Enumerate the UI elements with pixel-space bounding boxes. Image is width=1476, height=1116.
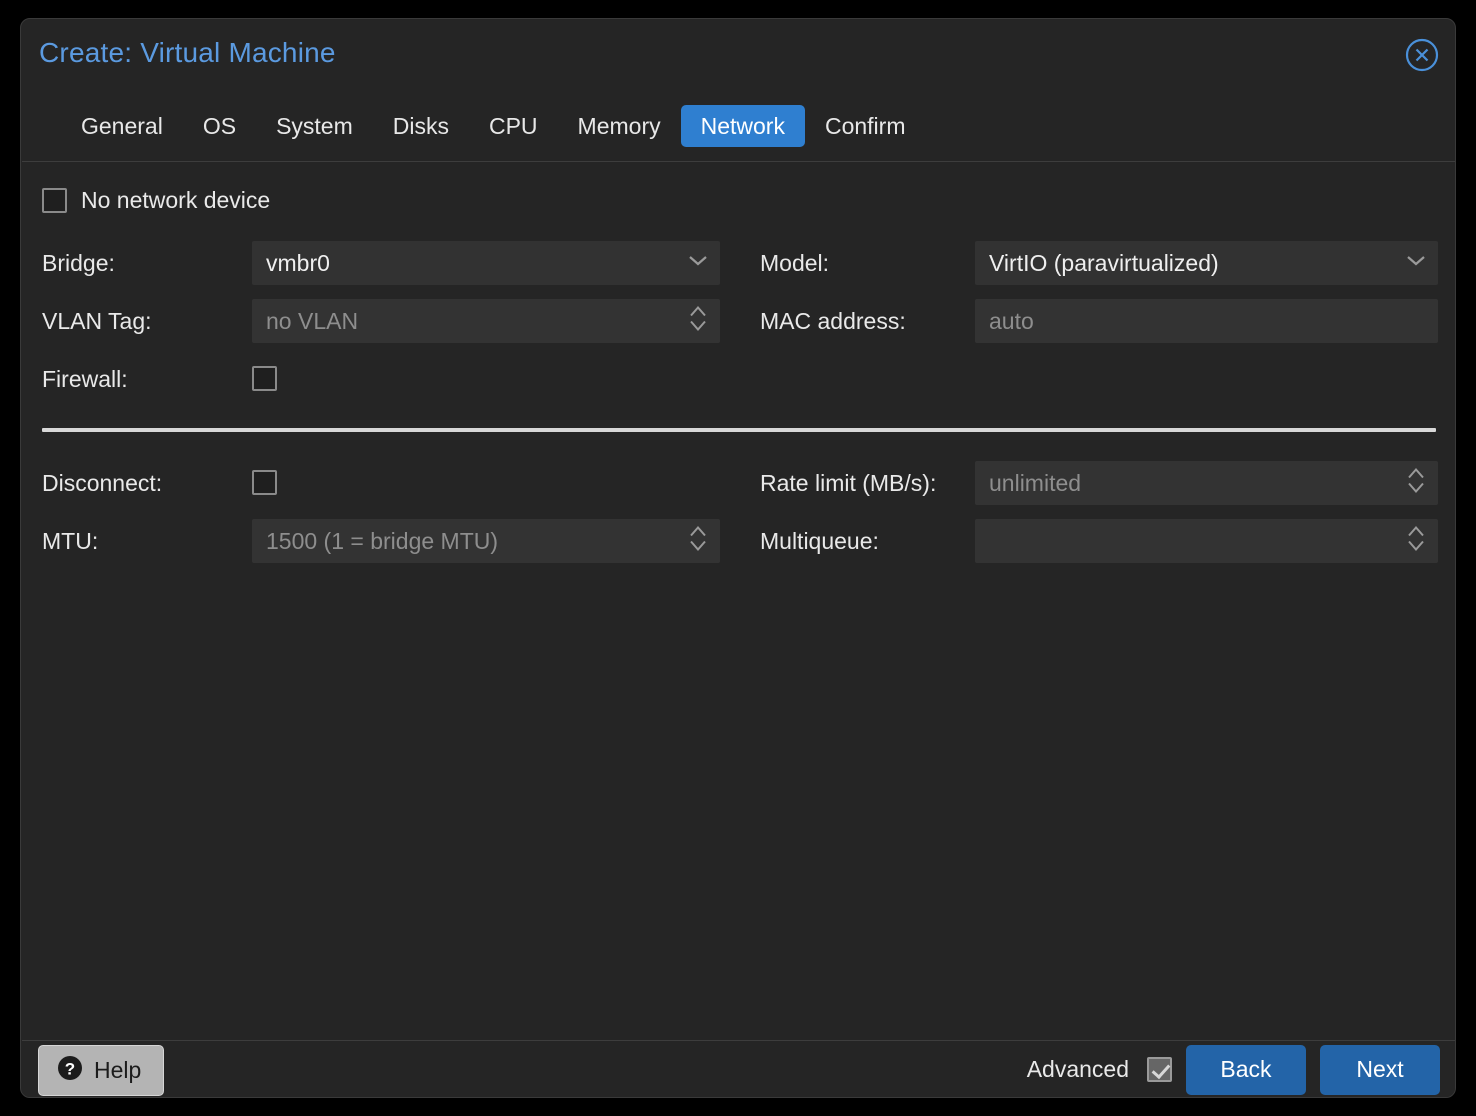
vlan-tag-label: VLAN Tag:	[42, 307, 152, 334]
rate-limit-row: Rate limit (MB/s): unlimited	[760, 454, 1438, 512]
advanced-label: Advanced	[1026, 1056, 1129, 1083]
vlan-tag-row: VLAN Tag: no VLAN	[42, 292, 720, 350]
basic-settings-grid: Bridge: vmbr0 VLAN Tag: no VLAN Firewall…	[42, 234, 1438, 408]
help-button[interactable]: ? Help	[38, 1044, 165, 1096]
tab-system[interactable]: System	[256, 105, 373, 147]
rate-limit-input[interactable]: unlimited	[975, 461, 1438, 505]
disconnect-label: Disconnect:	[42, 469, 163, 496]
close-icon[interactable]	[1403, 36, 1441, 74]
tab-disks[interactable]: Disks	[373, 105, 469, 147]
tab-cpu[interactable]: CPU	[469, 105, 558, 147]
spinner-updown-icon[interactable]	[688, 524, 708, 559]
firewall-row: Firewall:	[42, 350, 720, 408]
tab-confirm[interactable]: Confirm	[805, 105, 926, 147]
page-title: Create: Virtual Machine	[39, 37, 336, 68]
mac-address-row: MAC address: auto	[760, 292, 1438, 350]
mtu-label: MTU:	[42, 527, 99, 554]
vlan-tag-input[interactable]: no VLAN	[252, 299, 720, 343]
rate-limit-label: Rate limit (MB/s):	[760, 469, 937, 496]
mac-address-input[interactable]: auto	[975, 299, 1438, 343]
model-select[interactable]: VirtIO (paravirtualized)	[975, 241, 1438, 285]
basic-left-column: Bridge: vmbr0 VLAN Tag: no VLAN Firewall…	[42, 234, 720, 408]
tab-memory[interactable]: Memory	[558, 105, 681, 147]
back-button[interactable]: Back	[1186, 1045, 1306, 1095]
bridge-label: Bridge:	[42, 249, 115, 276]
multiqueue-label: Multiqueue:	[760, 527, 879, 554]
mtu-input[interactable]: 1500 (1 = bridge MTU)	[252, 519, 720, 563]
advanced-settings-grid: Disconnect: MTU: 1500 (1 = bridge MTU) R…	[42, 454, 1438, 570]
disconnect-row: Disconnect:	[42, 454, 720, 512]
multiqueue-input[interactable]	[975, 519, 1438, 563]
no-network-device-checkbox[interactable]	[42, 187, 67, 213]
model-row: Model: VirtIO (paravirtualized)	[760, 234, 1438, 292]
spinner-updown-icon[interactable]	[1406, 466, 1426, 501]
create-vm-dialog: Create: Virtual Machine General OS Syste…	[20, 18, 1456, 1098]
footer-actions: Advanced Back Next	[1026, 1045, 1440, 1095]
mtu-row: MTU: 1500 (1 = bridge MTU)	[42, 512, 720, 570]
dialog-header: Create: Virtual Machine	[21, 19, 1455, 91]
next-button[interactable]: Next	[1320, 1045, 1440, 1095]
help-button-label: Help	[94, 1056, 142, 1083]
dialog-footer: ? Help Advanced Back Next	[22, 1042, 1455, 1097]
firewall-label: Firewall:	[42, 365, 128, 392]
advanced-checkbox[interactable]	[1147, 1057, 1172, 1083]
bridge-row: Bridge: vmbr0	[42, 234, 720, 292]
tab-network[interactable]: Network	[680, 104, 805, 148]
mac-address-label: MAC address:	[760, 307, 906, 334]
firewall-checkbox[interactable]	[252, 366, 277, 391]
spinner-updown-icon[interactable]	[688, 304, 708, 339]
right-spacer-row	[760, 350, 1438, 408]
no-network-device-label: No network device	[81, 186, 271, 213]
tab-general[interactable]: General	[61, 105, 183, 147]
advanced-right-column: Rate limit (MB/s): unlimited Multiqueue:	[760, 454, 1438, 570]
svg-text:?: ?	[65, 1059, 75, 1078]
model-label: Model:	[760, 249, 830, 276]
disconnect-checkbox[interactable]	[252, 470, 277, 495]
question-circle-icon: ?	[57, 1055, 83, 1086]
basic-right-column: Model: VirtIO (paravirtualized) MAC addr…	[760, 234, 1438, 408]
tab-bar: General OS System Disks CPU Memory Netwo…	[21, 91, 1455, 161]
multiqueue-row: Multiqueue:	[760, 512, 1438, 570]
network-settings-panel: No network device Bridge: vmbr0 VLAN Tag…	[22, 161, 1455, 1041]
advanced-left-column: Disconnect: MTU: 1500 (1 = bridge MTU)	[42, 454, 720, 570]
tab-os[interactable]: OS	[183, 105, 256, 147]
section-divider	[42, 428, 1436, 432]
spinner-updown-icon[interactable]	[1406, 524, 1426, 559]
no-network-device-row: No network device	[42, 180, 1436, 220]
bridge-select[interactable]: vmbr0	[252, 241, 720, 285]
